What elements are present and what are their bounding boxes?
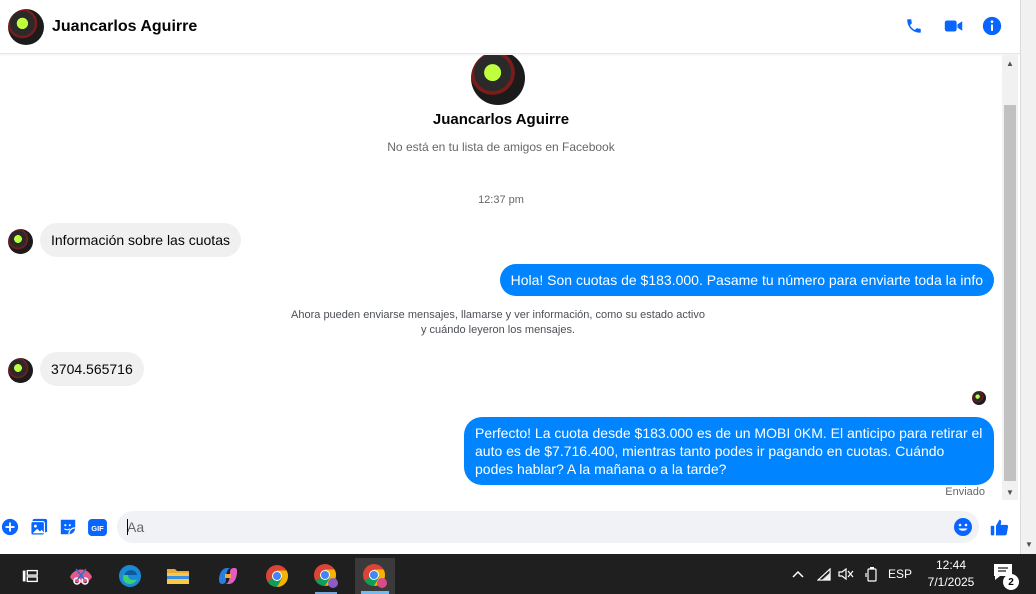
image-icon[interactable]	[30, 518, 48, 536]
sent-status: Enviado	[945, 486, 985, 498]
clock-date: 7/1/2025	[927, 575, 975, 589]
scroll-up-arrow-icon[interactable]: ▲	[1002, 55, 1018, 71]
gif-icon[interactable]: GIF	[87, 518, 107, 536]
scroll-down-arrow-icon[interactable]: ▼	[1002, 484, 1018, 500]
read-receipt-avatar	[972, 391, 986, 405]
phone-icon[interactable]	[904, 15, 924, 37]
text-caret	[127, 519, 128, 535]
sticker-icon[interactable]	[59, 518, 77, 536]
gif-label: GIF	[91, 523, 104, 532]
notification-count-badge: 2	[1003, 574, 1019, 590]
window-scrollbar[interactable]: ▼	[1020, 0, 1036, 554]
incoming-avatar[interactable]	[8, 358, 33, 383]
header-avatar[interactable]	[8, 8, 44, 45]
scroll-thumb[interactable]	[1004, 105, 1016, 481]
chat-thread[interactable]: Juancarlos Aguirre No está en tu lista d…	[0, 55, 1002, 500]
chrome-profile-icon[interactable]	[306, 558, 346, 594]
profile-subtitle: No está en tu lista de amigos en Faceboo…	[387, 140, 615, 154]
chat-scrollbar[interactable]: ▲ ▼	[1002, 55, 1018, 500]
info-icon[interactable]	[982, 15, 1002, 37]
profile-avatar[interactable]	[471, 55, 525, 105]
composer: GIF	[0, 500, 1020, 554]
chrome-icon[interactable]	[257, 558, 297, 594]
incoming-message[interactable]: Información sobre las cuotas	[40, 223, 241, 257]
system-note: Ahora pueden enviarse mensajes, llamarse…	[291, 309, 705, 336]
system-clock[interactable]: 12:44 7/1/2025	[918, 557, 984, 591]
emoji-icon[interactable]	[953, 517, 973, 537]
edge-icon[interactable]	[110, 558, 150, 594]
wifi-icon[interactable]	[816, 554, 832, 594]
battery-plug-icon[interactable]	[864, 554, 880, 594]
plus-icon[interactable]	[1, 518, 19, 536]
copilot-icon[interactable]	[208, 558, 248, 594]
message-timestamp: 12:37 pm	[478, 194, 524, 206]
chat-header: Juancarlos Aguirre	[0, 0, 1020, 54]
task-view-icon[interactable]	[10, 558, 50, 594]
outgoing-message[interactable]: Hola! Son cuotas de $183.000. Pasame tu …	[499, 264, 994, 296]
chrome-profile-active-icon[interactable]	[355, 558, 395, 594]
incoming-message[interactable]: 3704.565716	[40, 352, 144, 386]
profile-name: Juancarlos Aguirre	[432, 111, 570, 128]
header-actions	[904, 15, 1002, 37]
message-input[interactable]	[117, 511, 979, 543]
outgoing-message[interactable]: Perfecto! La cuota desde $183.000 es de …	[464, 417, 994, 485]
windows-taskbar: ESP 12:44 7/1/2025 2	[0, 554, 1036, 594]
language-indicator[interactable]: ESP	[886, 554, 914, 594]
video-camera-icon[interactable]	[943, 15, 963, 37]
header-contact-name[interactable]: Juancarlos Aguirre	[52, 18, 197, 36]
snipping-tool-icon[interactable]	[61, 558, 101, 594]
clock-time: 12:44	[935, 558, 967, 572]
messenger-window: Juancarlos Aguirre Juancarlos Aguirre No…	[0, 0, 1036, 594]
tray-overflow-chevron-icon[interactable]	[790, 554, 806, 594]
thumbs-up-icon[interactable]	[988, 516, 1010, 538]
window-scroll-down-icon[interactable]: ▼	[1021, 536, 1036, 552]
volume-muted-icon[interactable]	[838, 554, 854, 594]
file-explorer-icon[interactable]	[158, 558, 198, 594]
incoming-avatar[interactable]	[8, 229, 33, 254]
